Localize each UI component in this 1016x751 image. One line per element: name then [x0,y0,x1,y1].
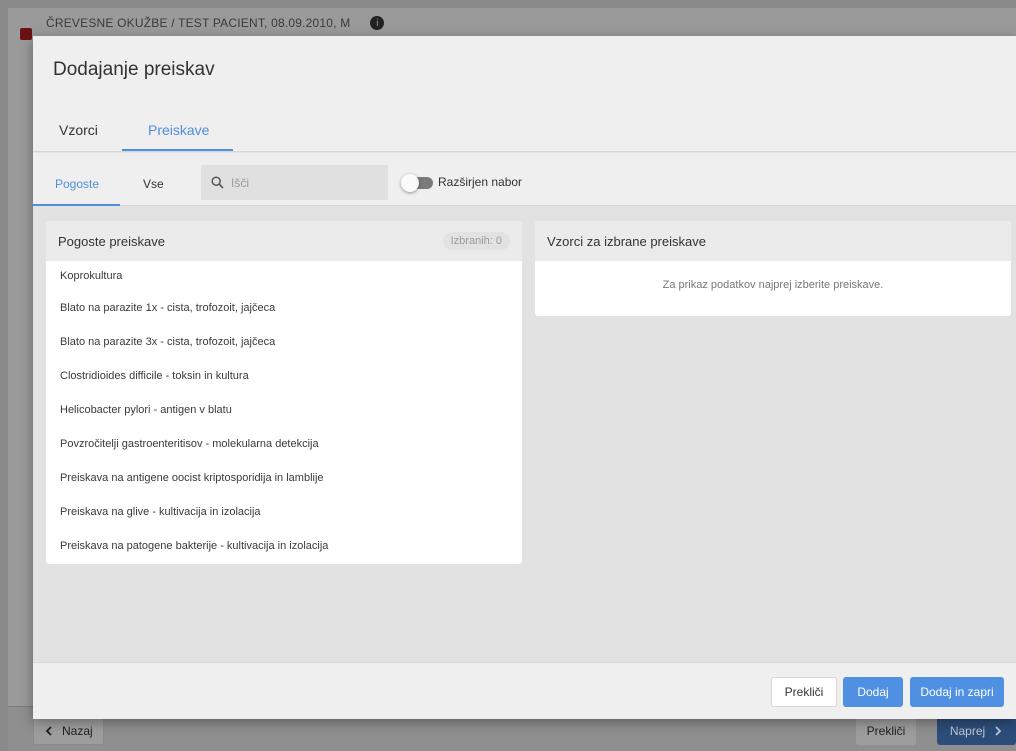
samples-panel-header: Vzorci za izbrane preiskave [535,221,1011,261]
list-item[interactable]: Blato na parazite 3x - cista, trofozoit,… [46,325,522,359]
extended-set-toggle[interactable] [401,174,433,192]
background-cancel-label: Prekliči [866,724,906,738]
next-button[interactable]: Naprej [937,717,1016,745]
back-button[interactable]: Nazaj [33,717,104,745]
list-item[interactable]: Povzročitelji gastroenteritisov - moleku… [46,427,522,461]
search-input[interactable] [231,175,381,190]
dialog-footer: Prekliči Dodaj Dodaj in zapri [33,662,1016,719]
search-field[interactable] [201,165,388,200]
empty-state-message: Za prikaz podatkov najprej izberite prei… [662,279,884,291]
list-item[interactable]: Preiskava na antigene oocist kriptospori… [46,461,522,495]
list-item[interactable]: Koprokultura [46,261,522,291]
list-item[interactable]: Blato na parazite 1x - cista, trofozoit,… [46,291,522,325]
extended-set-label: Razširjen nabor [438,175,523,189]
list-item[interactable]: Preiskava na glive - kultivacija in izol… [46,495,522,529]
background-breadcrumb: ČREVESNE OKUŽBE / TEST PACIENT, 08.09.20… [46,16,351,30]
toggle-knob [401,174,419,192]
filter-bar: Pogoste Vse Razširjen nabor [33,153,1016,206]
active-tab-indicator [122,149,233,151]
search-icon [211,176,224,189]
chevron-left-icon [45,726,52,736]
subtab-all[interactable]: Vse [143,177,164,191]
add-examinations-dialog: Dodajanje preiskav Vzorci Preiskave Pogo… [33,36,1016,719]
tab-samples[interactable]: Vzorci [59,122,98,138]
panel-title: Vzorci za izbrane preiskave [547,233,706,249]
samples-for-selected-panel: Vzorci za izbrane preiskave Za prikaz po… [535,221,1011,316]
add-button[interactable]: Dodaj [843,677,903,707]
examinations-list: Koprokultura Blato na parazite 1x - cist… [46,261,522,563]
selected-count-badge: Izbranih: 0 [442,232,510,250]
subtab-frequent[interactable]: Pogoste [55,177,99,191]
add-and-close-button[interactable]: Dodaj in zapri [910,677,1004,707]
info-icon: i [370,16,385,30]
background-cancel-button[interactable]: Prekliči [856,717,916,745]
list-item[interactable]: Preiskava na patogene bakterije - kultiv… [46,529,522,563]
active-subtab-indicator [33,204,120,206]
list-item[interactable]: Helicobacter pylori - antigen v blatu [46,393,522,427]
dialog-title: Dodajanje preiskav [53,59,215,80]
frequent-examinations-panel: Pogoste preiskave Izbranih: 0 Koprokultu… [46,221,522,564]
list-item[interactable]: Clostridioides difficile - toksin in kul… [46,359,522,393]
back-button-label: Nazaj [62,724,93,738]
background-breadcrumb-bar: ČREVESNE OKUŽBE / TEST PACIENT, 08.09.20… [8,8,1016,38]
dialog-header: Dodajanje preiskav Vzorci Preiskave [33,36,1016,152]
frequent-examinations-header: Pogoste preiskave Izbranih: 0 [46,221,522,261]
chevron-right-icon [995,726,1002,736]
next-button-label: Naprej [949,724,986,738]
panel-title: Pogoste preiskave [58,233,165,249]
cancel-button[interactable]: Prekliči [771,677,837,707]
tab-examinations[interactable]: Preiskave [148,122,209,138]
